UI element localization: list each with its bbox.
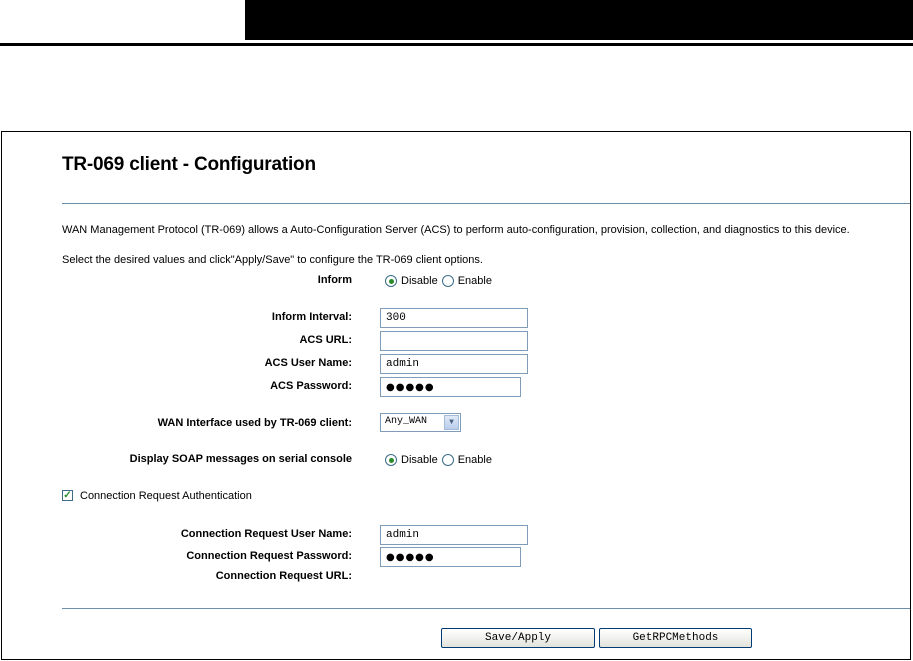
wan-interface-select[interactable]: Any_WAN ▼ [380, 413, 461, 432]
soap-enable-radio[interactable] [441, 454, 454, 466]
acs-password-input[interactable] [380, 377, 521, 397]
conn-user-name-label: Connection Request User Name: [180, 528, 352, 540]
inform-interval-label: Inform Interval: [271, 311, 352, 323]
inform-enable-label: Enable [457, 275, 492, 287]
inform-label: Inform [317, 274, 352, 286]
acs-password-label: ACS Password: [270, 380, 352, 392]
wan-interface-label: WAN Interface used by TR-069 client: [157, 417, 352, 429]
title-divider [62, 203, 910, 204]
acs-url-label: ACS URL: [299, 334, 352, 346]
conn-password-label: Connection Request Password: [186, 550, 352, 562]
get-rpc-methods-button[interactable]: GetRPCMethods [599, 628, 752, 648]
acs-user-name-input[interactable] [380, 354, 528, 374]
conn-password-input[interactable] [380, 547, 521, 567]
conn-url-label: Connection Request URL: [215, 570, 352, 582]
chevron-down-icon[interactable]: ▼ [444, 415, 459, 430]
description-text: WAN Management Protocol (TR-069) allows … [62, 224, 850, 236]
inform-disable-label: Disable [401, 275, 438, 287]
inform-enable-radio[interactable] [441, 275, 454, 287]
soap-enable-label: Enable [457, 454, 492, 466]
instruction-text: Select the desired values and click"Appl… [62, 254, 483, 266]
inform-disable-radio[interactable] [385, 275, 397, 287]
document-header-rule [0, 43, 913, 46]
acs-url-input[interactable] [380, 331, 528, 351]
wan-interface-selected-value: Any_WAN [385, 416, 428, 427]
acs-user-name-label: ACS User Name: [264, 357, 352, 369]
page-title: TR-069 client - Configuration [62, 154, 316, 175]
conn-user-name-input[interactable] [380, 525, 528, 545]
connection-request-auth-label: Connection Request Authentication [80, 490, 252, 502]
connection-request-auth-checkbox[interactable]: ✓ [62, 490, 73, 501]
document-header-band [245, 0, 913, 40]
bottom-divider [62, 608, 910, 609]
soap-disable-label: Disable [401, 454, 438, 466]
inform-interval-input[interactable] [380, 308, 528, 328]
soap-radio-group: Disable Enable [385, 454, 496, 466]
soap-disable-radio[interactable] [385, 454, 397, 466]
soap-label: Display SOAP messages on serial console [129, 453, 352, 465]
inform-radio-group: Disable Enable [385, 275, 496, 287]
save-apply-button[interactable]: Save/Apply [441, 628, 595, 648]
